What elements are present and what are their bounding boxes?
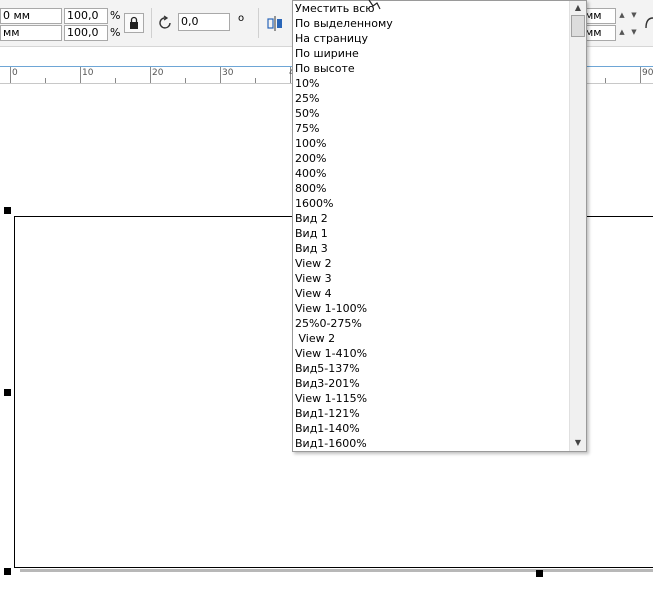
zoom-level-list: Уместить всю По выделенному На страницу … bbox=[293, 1, 568, 451]
mirror-icon[interactable] bbox=[266, 14, 284, 32]
zoom-option[interactable]: 1600% bbox=[293, 196, 568, 211]
ruler-tick bbox=[640, 67, 641, 83]
undo-curve-icon[interactable] bbox=[644, 14, 653, 32]
ruler-tick bbox=[80, 67, 81, 83]
zoom-option[interactable]: По выделенному bbox=[293, 16, 568, 31]
zoom-option[interactable]: Вид1-1600% bbox=[293, 436, 568, 451]
zoom-option[interactable]: View 1-410% bbox=[293, 346, 568, 361]
zoom-option[interactable]: 25% bbox=[293, 91, 568, 106]
zoom-option[interactable]: View 1-100% bbox=[293, 301, 568, 316]
zoom-option[interactable]: 100% bbox=[293, 136, 568, 151]
height-spinner-down[interactable]: ▼ bbox=[628, 25, 640, 39]
height-spinner[interactable]: ▲ bbox=[616, 25, 628, 39]
selection-handle-bottom-left[interactable] bbox=[4, 568, 11, 575]
zoom-option[interactable]: На страницу bbox=[293, 31, 568, 46]
zoom-option[interactable]: Вид5-137% bbox=[293, 361, 568, 376]
object-height-field[interactable]: мм bbox=[0, 25, 62, 41]
scale-x-field[interactable]: 100,0 bbox=[64, 8, 108, 24]
zoom-option[interactable]: 25%0-275% bbox=[293, 316, 568, 331]
scrollbar-thumb[interactable] bbox=[571, 15, 585, 37]
ruler-label: 30 bbox=[222, 68, 234, 78]
toolbar-separator bbox=[151, 8, 152, 38]
zoom-option[interactable]: 10% bbox=[293, 76, 568, 91]
zoom-option[interactable]: View 2 bbox=[293, 256, 568, 271]
selection-handle-middle-left[interactable] bbox=[4, 389, 11, 396]
selection-handle-bottom-middle[interactable] bbox=[536, 570, 543, 577]
width-spinner[interactable]: ▲ bbox=[616, 8, 628, 22]
zoom-option[interactable]: 200% bbox=[293, 151, 568, 166]
scroll-down-arrow[interactable]: ▼ bbox=[570, 438, 586, 448]
hand-cursor-icon bbox=[368, 0, 381, 10]
zoom-level-dropdown[interactable]: Уместить всю По выделенному На страницу … bbox=[292, 0, 587, 452]
percent-y-label: % bbox=[110, 26, 121, 39]
ruler-label: 10 bbox=[82, 68, 94, 78]
ruler-tick bbox=[10, 67, 11, 83]
zoom-option[interactable]: 800% bbox=[293, 181, 568, 196]
rotation-angle-field[interactable]: 0,0 bbox=[178, 13, 230, 31]
page-border-left bbox=[14, 216, 15, 568]
zoom-option[interactable]: Вид1-140% bbox=[293, 421, 568, 436]
zoom-option[interactable]: View 2 bbox=[293, 331, 568, 346]
zoom-option[interactable]: По ширине bbox=[293, 46, 568, 61]
right-height-field[interactable]: мм bbox=[582, 25, 616, 41]
zoom-option[interactable]: Уместить всю bbox=[293, 1, 568, 16]
scroll-up-arrow[interactable]: ▲ bbox=[570, 3, 586, 13]
ruler-label: 0 bbox=[12, 68, 18, 78]
lock-ratio-button[interactable] bbox=[124, 13, 144, 33]
zoom-option[interactable]: View 4 bbox=[293, 286, 568, 301]
ruler-label: 20 bbox=[152, 68, 164, 78]
width-spinner-down[interactable]: ▼ bbox=[628, 8, 640, 22]
degree-mark: o bbox=[238, 13, 245, 24]
zoom-option[interactable]: View 1-115% bbox=[293, 391, 568, 406]
page-border-bottom bbox=[14, 567, 653, 568]
toolbar-separator bbox=[258, 8, 259, 38]
zoom-option[interactable]: View 3 bbox=[293, 271, 568, 286]
rotation-icon bbox=[159, 15, 171, 29]
percent-x-label: % bbox=[110, 9, 121, 22]
object-width-field[interactable]: 0 мм bbox=[0, 8, 62, 24]
zoom-option[interactable]: Вид1-121% bbox=[293, 406, 568, 421]
ruler-tick bbox=[220, 67, 221, 83]
selection-handle-top-left[interactable] bbox=[4, 207, 11, 214]
ruler-label: 90 bbox=[642, 68, 653, 78]
zoom-option[interactable]: Вид 1 bbox=[293, 226, 568, 241]
right-width-field[interactable]: мм bbox=[582, 8, 616, 24]
zoom-option[interactable]: По высоте bbox=[293, 61, 568, 76]
zoom-option[interactable]: Вид3-201% bbox=[293, 376, 568, 391]
ruler-tick bbox=[150, 67, 151, 83]
page-shadow bbox=[20, 569, 653, 572]
zoom-option[interactable]: 75% bbox=[293, 121, 568, 136]
dropdown-scrollbar[interactable]: ▲ ▼ bbox=[569, 1, 586, 451]
zoom-option[interactable]: Вид 2 bbox=[293, 211, 568, 226]
zoom-option[interactable]: 400% bbox=[293, 166, 568, 181]
zoom-option[interactable]: Вид 3 bbox=[293, 241, 568, 256]
scale-y-field[interactable]: 100,0 bbox=[64, 25, 108, 41]
lock-icon bbox=[130, 16, 138, 29]
zoom-option[interactable]: 50% bbox=[293, 106, 568, 121]
